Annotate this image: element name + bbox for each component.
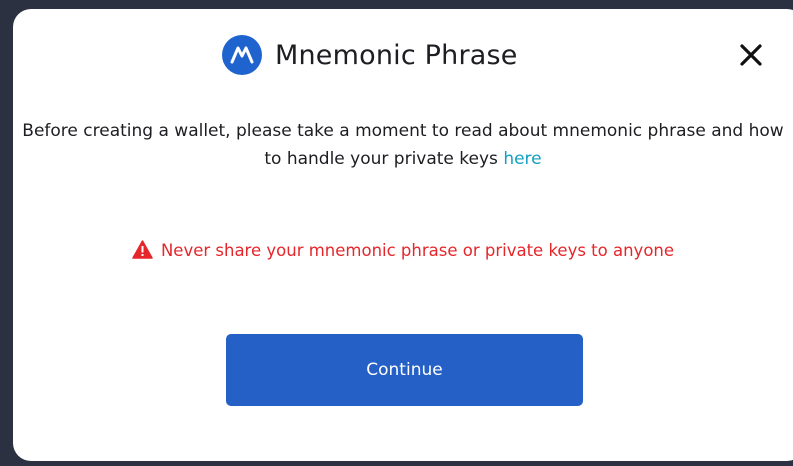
warning-text: Never share your mnemonic phrase or priv… [160,241,675,260]
warning-message: Never share your mnemonic phrase or priv… [13,240,793,263]
mnemonic-phrase-dialog: Mnemonic Phrase Before creating a wallet… [13,9,793,461]
mnemonic-logo-icon [222,35,262,75]
dialog-header: Mnemonic Phrase [13,33,793,77]
close-icon[interactable] [737,41,765,69]
intro-text: Before creating a wallet, please take a … [22,121,784,169]
intro-paragraph: Before creating a wallet, please take a … [13,117,793,173]
continue-button[interactable]: Continue [226,334,583,406]
dialog-title-group: Mnemonic Phrase [222,33,518,77]
learn-more-link[interactable]: here [503,149,541,169]
warning-triangle-icon [132,240,153,263]
dialog-title: Mnemonic Phrase [275,39,518,71]
